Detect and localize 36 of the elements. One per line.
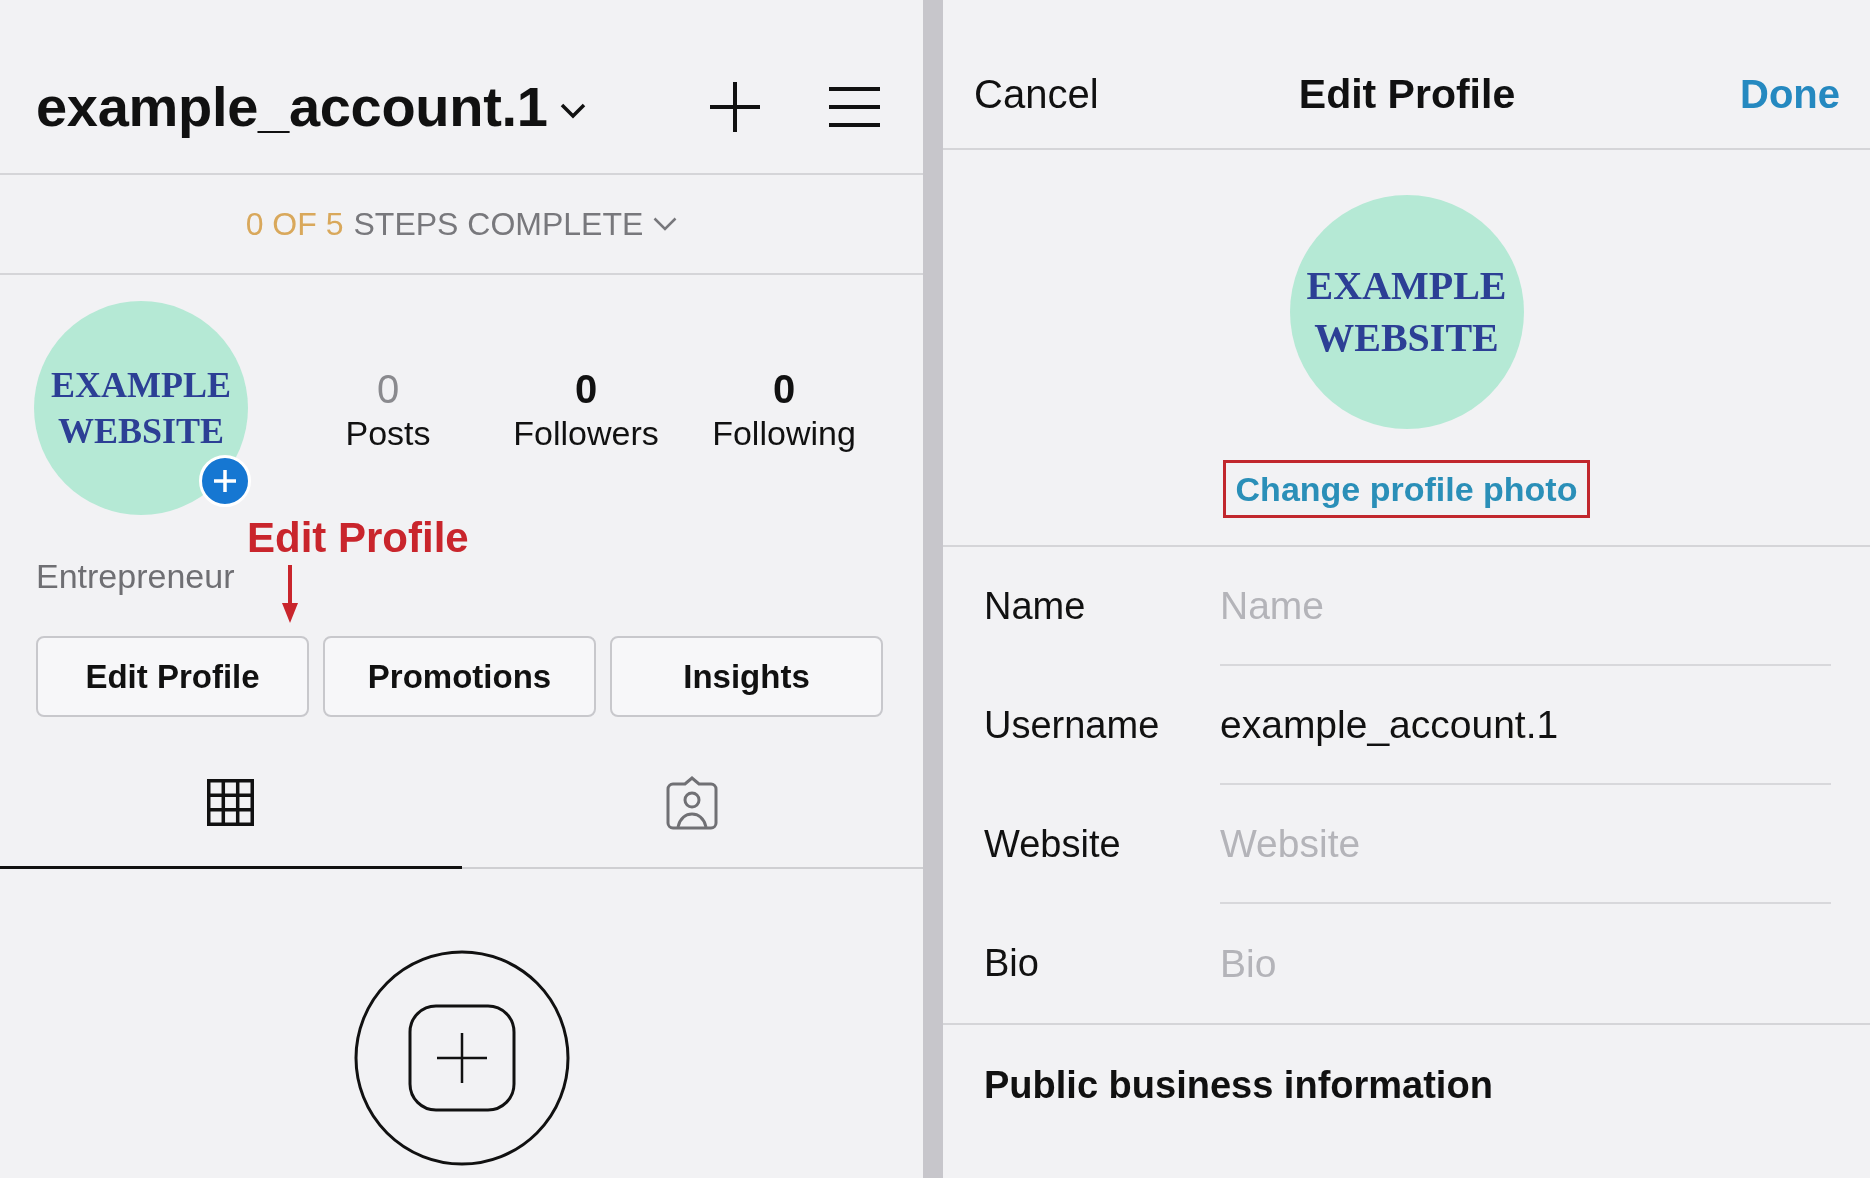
account-switcher[interactable]: example_account.1 [36, 74, 586, 139]
stat-count: 0 [772, 366, 796, 412]
input-field[interactable]: Bio [1220, 904, 1831, 1023]
profile-action-button[interactable]: Edit Profile [36, 636, 309, 717]
profile-action-button[interactable]: Promotions [323, 636, 596, 717]
field-label: Name [984, 584, 1087, 629]
grid-icon [207, 779, 255, 826]
avatar-logo-text: EXAMPLE WEBSITE [51, 364, 231, 453]
stat-count: 0 [376, 366, 400, 412]
chevron-down-icon [653, 217, 678, 231]
section-heading: Public business information [983, 1063, 1494, 1108]
person-tag-icon [665, 776, 720, 830]
field-label: Website [984, 822, 1122, 867]
menu-icon[interactable] [829, 86, 880, 127]
avatar-logo-text: EXAMPLE WEBSITE [1306, 262, 1507, 362]
profile-avatar[interactable]: EXAMPLE WEBSITE [34, 301, 248, 515]
field-label: Username [984, 703, 1161, 748]
screen-title: Edit Profile [1298, 70, 1516, 118]
input-field[interactable]: Name [1220, 547, 1831, 666]
down-arrow-icon [282, 565, 298, 623]
steps-toggle[interactable]: 0 OF 5 STEPS COMPLETE [245, 205, 678, 243]
stat-label: Followers [513, 413, 659, 454]
stat-label: Posts [345, 413, 431, 454]
plus-badge-icon[interactable] [199, 455, 251, 507]
plus-icon[interactable] [710, 81, 760, 132]
add-post-icon[interactable] [352, 949, 571, 1167]
cancel-button[interactable]: Cancel [974, 71, 1099, 117]
profile-action-button[interactable]: Insights [610, 636, 883, 717]
input-field[interactable]: example_account.1 [1220, 666, 1831, 785]
stat-label: Following [712, 413, 856, 454]
chevron-down-icon [559, 102, 586, 119]
field-label: Bio [984, 941, 1040, 986]
annotation-label: Edit Profile [247, 514, 469, 562]
stat-count: 0 [574, 366, 598, 412]
category-label: Entrepreneur [36, 556, 235, 596]
input-field[interactable]: Website [1220, 785, 1831, 904]
